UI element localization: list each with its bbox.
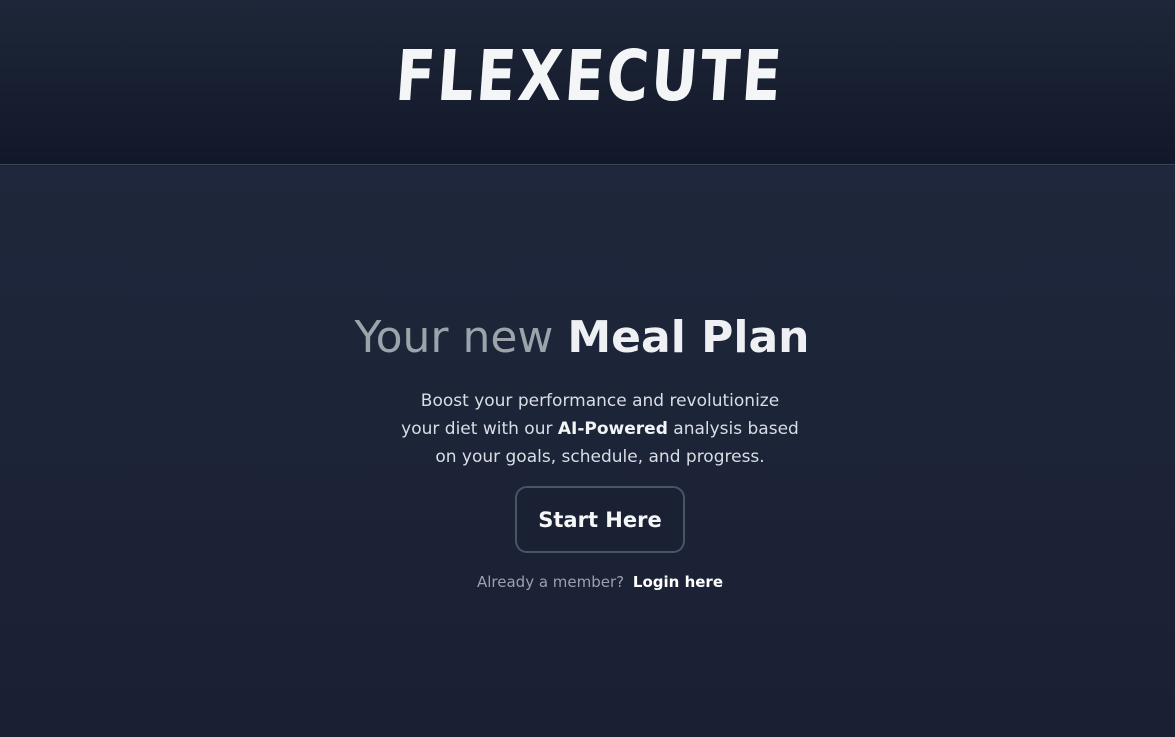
start-here-button[interactable]: Start Here [515,486,685,553]
hero-title-strong: Meal Plan [567,312,810,363]
login-prompt: Already a member? Login here [0,571,1175,593]
login-link[interactable]: Login here [633,573,723,591]
brand-logo[interactable]: FLEXECUTE [105,35,1074,117]
hero-title: Your new Meal Plan [0,310,1164,366]
hero-title-muted: Your new [354,312,554,363]
hero-description-highlight: AI-Powered [557,419,668,439]
hero-description: Boost your performance and revolutionize… [400,387,800,471]
member-question: Already a member? [476,573,625,591]
site-header: FLEXECUTE [0,0,1175,165]
hero-section: Your new Meal Plan Boost your performanc… [0,166,1175,737]
